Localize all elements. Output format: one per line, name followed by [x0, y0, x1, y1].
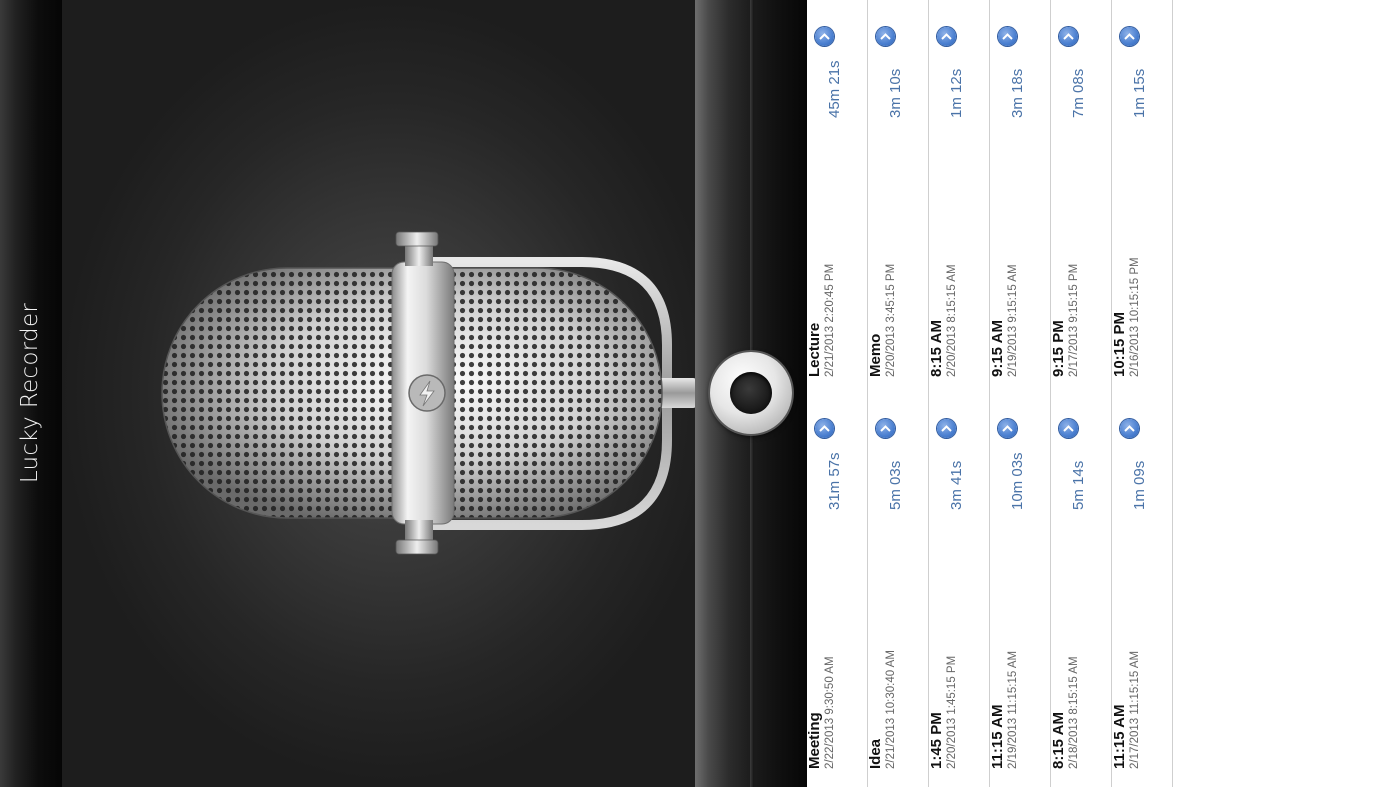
- recording-date: 2/17/2013 11:15:15 AM: [1129, 650, 1141, 769]
- recording-name: 1:45 PM: [928, 712, 945, 769]
- recording-item[interactable]: 10:15 PM 2/16/2013 10:15:15 PM 1m 15s: [1111, 0, 1173, 391]
- list-column: 8:15 AM 2/18/2013 8:15:15 AM 5m 14s 9:15…: [1050, 0, 1112, 787]
- recording-duration: 3m 18s: [1009, 68, 1026, 118]
- list-column: 11:15 AM 2/17/2013 11:15:15 AM 1m 09s 10…: [1111, 0, 1173, 787]
- recording-item[interactable]: Idea 2/21/2013 10:30:40 AM 5m 03s: [867, 392, 929, 783]
- recording-name: Memo: [867, 333, 884, 377]
- expand-chevron-icon[interactable]: [1120, 27, 1139, 46]
- expand-chevron-icon[interactable]: [815, 419, 834, 438]
- recording-date: 2/18/2013 8:15:15 AM: [1068, 656, 1080, 769]
- recording-duration: 1m 12s: [948, 68, 965, 118]
- recording-name: 9:15 PM: [1050, 320, 1067, 377]
- list-column: Meeting 2/22/2013 9:30:50 AM 31m 57s Lec…: [807, 0, 868, 787]
- record-knob-center: [730, 372, 772, 414]
- recording-item[interactable]: 9:15 AM 2/19/2013 9:15:15 AM 3m 18s: [989, 0, 1051, 391]
- recording-duration: 3m 41s: [948, 460, 965, 510]
- app-title: Lucky Recorder: [17, 302, 43, 484]
- list-column: 11:15 AM 2/19/2013 11:15:15 AM 10m 03s 9…: [989, 0, 1051, 787]
- recording-duration: 5m 03s: [887, 460, 904, 510]
- recording-name: 8:15 AM: [1050, 712, 1067, 769]
- recording-name: 9:15 AM: [989, 320, 1006, 377]
- recording-duration: 7m 08s: [1070, 68, 1087, 118]
- list-column: 1:45 PM 2/20/2013 1:45:15 PM 3m 41s 8:15…: [928, 0, 990, 787]
- recording-duration: 3m 10s: [887, 68, 904, 118]
- recording-duration: 10m 03s: [1009, 452, 1026, 510]
- recording-duration: 5m 14s: [1070, 460, 1087, 510]
- recording-duration: 1m 09s: [1131, 460, 1148, 510]
- recording-date: 2/17/2013 9:15:15 PM: [1068, 263, 1080, 377]
- record-button[interactable]: [710, 352, 792, 434]
- recording-date: 2/21/2013 2:20:45 PM: [824, 263, 836, 377]
- expand-chevron-icon[interactable]: [1059, 419, 1078, 438]
- recording-name: Lecture: [807, 322, 823, 377]
- recording-item[interactable]: 11:15 AM 2/17/2013 11:15:15 AM 1m 09s: [1111, 392, 1173, 783]
- recording-date: 2/20/2013 8:15:15 AM: [946, 264, 958, 377]
- recording-date: 2/20/2013 1:45:15 PM: [946, 655, 958, 769]
- recording-item[interactable]: 11:15 AM 2/19/2013 11:15:15 AM 10m 03s: [989, 392, 1051, 783]
- recording-item[interactable]: Meeting 2/22/2013 9:30:50 AM 31m 57s: [807, 392, 868, 783]
- recording-item[interactable]: Lecture 2/21/2013 2:20:45 PM 45m 21s: [807, 0, 868, 391]
- expand-chevron-icon[interactable]: [998, 27, 1017, 46]
- list-column: Idea 2/21/2013 10:30:40 AM 5m 03s Memo 2…: [867, 0, 929, 787]
- expand-chevron-icon[interactable]: [1120, 419, 1139, 438]
- recording-item[interactable]: 8:15 AM 2/20/2013 8:15:15 AM 1m 12s: [928, 0, 990, 391]
- recording-item[interactable]: 1:45 PM 2/20/2013 1:45:15 PM 3m 41s: [928, 392, 990, 783]
- recording-item[interactable]: 9:15 PM 2/17/2013 9:15:15 PM 7m 08s: [1050, 0, 1112, 391]
- recording-item[interactable]: 8:15 AM 2/18/2013 8:15:15 AM 5m 14s: [1050, 392, 1112, 783]
- recording-date: 2/21/2013 10:30:40 AM: [885, 650, 897, 769]
- recording-name: Meeting: [807, 712, 823, 769]
- recording-duration: 1m 15s: [1131, 68, 1148, 118]
- microphone-stage: [62, 0, 695, 787]
- expand-chevron-icon[interactable]: [937, 419, 956, 438]
- recording-date: 2/20/2013 3:45:15 PM: [885, 263, 897, 377]
- recordings-list: Meeting 2/22/2013 9:30:50 AM 31m 57s Lec…: [807, 0, 1399, 787]
- expand-chevron-icon[interactable]: [1059, 27, 1078, 46]
- expand-chevron-icon[interactable]: [876, 419, 895, 438]
- title-strip: Lucky Recorder: [0, 0, 62, 787]
- expand-chevron-icon[interactable]: [876, 27, 895, 46]
- recording-name: 11:15 AM: [989, 704, 1006, 769]
- recording-duration: 31m 57s: [826, 452, 843, 510]
- recording-name: 10:15 PM: [1111, 311, 1128, 377]
- recording-name: 8:15 AM: [928, 320, 945, 377]
- recording-duration: 45m 21s: [826, 60, 843, 118]
- microphone-icon: [161, 231, 695, 555]
- recording-item[interactable]: Memo 2/20/2013 3:45:15 PM 3m 10s: [867, 0, 929, 391]
- expand-chevron-icon[interactable]: [815, 27, 834, 46]
- recording-name: Idea: [867, 738, 884, 769]
- expand-chevron-icon[interactable]: [937, 27, 956, 46]
- recording-date: 2/19/2013 11:15:15 AM: [1007, 650, 1019, 769]
- expand-chevron-icon[interactable]: [998, 419, 1017, 438]
- recording-date: 2/19/2013 9:15:15 AM: [1007, 264, 1019, 377]
- recording-date: 2/16/2013 10:15:15 PM: [1129, 257, 1141, 377]
- recording-name: 11:15 AM: [1111, 704, 1128, 769]
- recording-date: 2/22/2013 9:30:50 AM: [824, 656, 836, 769]
